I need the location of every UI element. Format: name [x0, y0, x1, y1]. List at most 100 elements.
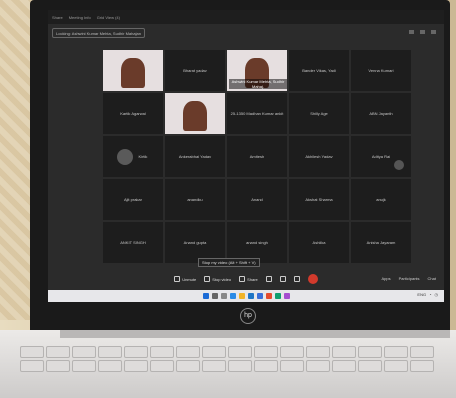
- participant-avatar: [116, 148, 133, 165]
- stop-video-button[interactable]: Stop video: [204, 276, 231, 282]
- participant-tile[interactable]: anand singh: [227, 222, 287, 263]
- app-icon[interactable]: [274, 293, 281, 299]
- side-panel-buttons: Apps Participants Chat: [382, 276, 436, 281]
- keyboard-key: [410, 360, 434, 372]
- stop-video-label: Stop video: [212, 276, 232, 282]
- keyboard-key: [358, 346, 382, 358]
- participants-button[interactable]: Participants: [399, 276, 420, 281]
- share-label: Share: [247, 276, 258, 282]
- participant-tile[interactable]: anujk: [351, 179, 411, 220]
- participant-tile[interactable]: anandku: [165, 179, 225, 220]
- participant-tile[interactable]: [165, 93, 225, 134]
- participant-tile[interactable]: Ajit prakar: [103, 179, 163, 220]
- participant-tile[interactable]: 25-1350 Madhan Kumar ankit: [227, 93, 287, 134]
- keyboard-key: [202, 360, 226, 372]
- participant-name: Ankerabhai Yadav: [178, 154, 212, 159]
- keyboard-key: [98, 360, 122, 372]
- unmute-button[interactable]: Unmute: [174, 276, 196, 282]
- keyboard-key: [384, 360, 408, 372]
- edge-icon[interactable]: [229, 293, 236, 299]
- keyboard-key: [280, 346, 304, 358]
- layout-icon[interactable]: [409, 30, 414, 34]
- keyboard-key: [228, 346, 252, 358]
- keyboard-key: [46, 346, 70, 358]
- participant-tile[interactable]: [103, 50, 163, 91]
- chat-button[interactable]: Chat: [428, 276, 436, 281]
- participant-tile[interactable]: Akshat Sharma: [289, 179, 349, 220]
- store-icon[interactable]: [247, 293, 254, 299]
- end-call-button[interactable]: [307, 274, 318, 284]
- file-explorer-icon[interactable]: [238, 293, 245, 299]
- meeting-top-bar: Share Meeting Info Grid View (4): [48, 10, 444, 24]
- locked-view-text: Locking: Ashwini Kumar Mehta, Sudhir Mah…: [56, 30, 141, 36]
- participant-name: Akshat Sharma: [305, 197, 333, 202]
- keyboard-key: [150, 346, 174, 358]
- participant-name: ABN Jayanth: [369, 111, 393, 116]
- participant-name: Venna Kumari: [368, 68, 394, 73]
- participant-tile[interactable]: Akhilesh Yadav: [289, 136, 349, 177]
- microphone-icon: [174, 276, 181, 282]
- participant-tile[interactable]: Ashwini Kumar Mehta, Sudhir Mahaj.: [227, 50, 287, 91]
- participant-tile[interactable]: Shilly Age: [289, 93, 349, 134]
- meeting-tab-info[interactable]: Meeting Info: [69, 15, 91, 20]
- keyboard-key: [176, 360, 200, 372]
- participant-name: Kartik Agarwal: [120, 111, 146, 116]
- app2-icon[interactable]: [283, 293, 290, 299]
- tooltip: Stop my video (Alt + Shift + V): [198, 258, 260, 267]
- participant-name: Anand gupta: [183, 240, 207, 245]
- chrome-icon[interactable]: [265, 293, 272, 299]
- keyboard-key: [332, 346, 356, 358]
- webex-icon[interactable]: [256, 293, 263, 299]
- participant-tile[interactable]: Amitesh: [227, 136, 287, 177]
- meeting-tab-share[interactable]: Share: [52, 15, 63, 20]
- share-button[interactable]: Share: [239, 276, 258, 282]
- wifi-icon[interactable]: ◔: [429, 292, 431, 297]
- participant-name: 25-1350 Madhan Kumar ankit: [230, 111, 284, 116]
- keyboard-row: [20, 346, 434, 372]
- minimize-icon[interactable]: [431, 30, 436, 34]
- participant-tile[interactable]: Kirtik: [103, 136, 163, 177]
- keyboard-key: [254, 346, 278, 358]
- view-controls: [409, 30, 436, 34]
- participant-name: Ashiika: [312, 240, 326, 245]
- participant-name: Kirtik: [138, 154, 148, 159]
- hp-logo: hp: [240, 308, 256, 324]
- keyboard-key: [332, 360, 356, 372]
- participant-tile[interactable]: Ankerabhai Yadav: [165, 136, 225, 177]
- windows-taskbar: [48, 290, 444, 302]
- participant-name: Akhilesh Yadav: [305, 154, 333, 159]
- more-icon[interactable]: [420, 30, 425, 34]
- participant-tile[interactable]: Anand gupta: [165, 222, 225, 263]
- windows-start-icon[interactable]: [202, 293, 209, 299]
- language-indicator[interactable]: ENG: [417, 292, 426, 297]
- participant-tile[interactable]: ABN Jayanth: [351, 93, 411, 134]
- next-page-button[interactable]: [394, 160, 404, 170]
- system-tray: ENG ◔ ◷: [417, 292, 438, 297]
- reactions-button[interactable]: [279, 276, 286, 282]
- participant-tile[interactable]: Aditya Rai: [351, 136, 411, 177]
- participant-name: Aditya Rai: [371, 154, 391, 159]
- task-view-icon[interactable]: [220, 293, 227, 299]
- participant-tile[interactable]: Bharat yadav: [165, 50, 225, 91]
- participant-tile[interactable]: Anisha Jayaram: [351, 222, 411, 263]
- search-icon[interactable]: [211, 293, 218, 299]
- participant-tile[interactable]: Ashiika: [289, 222, 349, 263]
- keyboard-key: [20, 360, 44, 372]
- locked-view-label[interactable]: Locking: Ashwini Kumar Mehta, Sudhir Mah…: [52, 28, 145, 38]
- clock[interactable]: ◷: [435, 292, 439, 297]
- unmute-label: Unmute: [182, 276, 197, 282]
- participant-tile[interactable]: Anand: [227, 179, 287, 220]
- record-button[interactable]: [265, 276, 272, 282]
- participant-tile[interactable]: Kartik Agarwal: [103, 93, 163, 134]
- apps-button[interactable]: Apps: [382, 276, 391, 281]
- participant-tile[interactable]: ANKIT SINGH: [103, 222, 163, 263]
- keyboard-key: [20, 346, 44, 358]
- more-options-button[interactable]: [293, 276, 300, 282]
- keyboard-key: [384, 346, 408, 358]
- participant-tile[interactable]: Bander Vikas, Yadi: [289, 50, 349, 91]
- participant-tile[interactable]: Venna Kumari: [351, 50, 411, 91]
- keyboard-key: [228, 360, 252, 372]
- meeting-tab-gridview[interactable]: Grid View (4): [97, 15, 120, 20]
- participant-name: Ajit prakar: [123, 197, 142, 202]
- keyboard-key: [46, 360, 70, 372]
